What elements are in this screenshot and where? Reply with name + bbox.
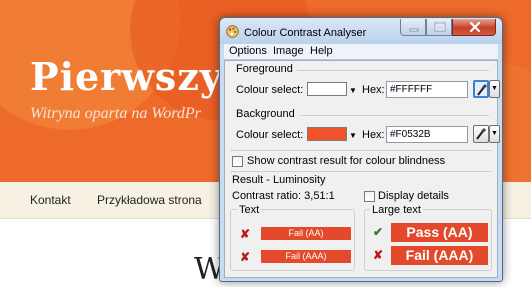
divider [297,70,489,71]
menu-bar: Options Image Help [224,44,498,60]
text-group-label: Text [237,204,262,216]
result-section-label: Result - Luminosity [232,174,326,186]
background-colour-swatch[interactable] [307,127,347,141]
display-details-label: Display details [378,190,449,202]
fail-cross-icon: ✘ [240,250,251,264]
window-title: Colour Contrast Analyser [244,27,367,39]
fail-cross-icon: ✘ [373,248,384,262]
eyedropper-icon [476,127,487,140]
maximize-button[interactable] [426,19,452,36]
background-colour-select-label: Colour select: [236,129,304,141]
menu-image[interactable]: Image [273,45,304,57]
large-text-aa-result: Pass (AA) [391,223,488,242]
foreground-hex-label: Hex: [362,84,385,96]
close-icon [469,21,481,33]
divider [230,150,492,151]
background-picker-dropdown[interactable]: ▼ [489,125,500,143]
menu-help[interactable]: Help [310,45,333,57]
eyedropper-icon [477,83,488,96]
site-title[interactable]: Pierwszy [30,54,223,99]
maximize-icon [434,22,446,32]
main-panel: Foreground Colour select: ▼ Hex: #FFFFFF… [224,60,500,278]
text-aa-result: Fail (AA) [261,227,351,240]
nav-link-kontakt[interactable]: Kontakt [30,193,71,207]
large-text-aaa-result: Fail (AAA) [391,246,488,265]
chevron-down-icon: ▼ [491,85,498,92]
display-details-checkbox[interactable] [364,191,375,202]
foreground-colour-dropdown-arrow-icon[interactable]: ▼ [348,86,358,95]
foreground-section-label: Foreground [236,63,293,75]
contrast-ratio: Contrast ratio: 3,51:1 [232,190,335,202]
menu-options[interactable]: Options [229,45,267,57]
close-button[interactable] [452,19,496,36]
colour-blindness-checkbox[interactable] [232,156,243,167]
minimize-button[interactable] [400,19,426,36]
app-palette-icon [226,25,239,38]
fail-cross-icon: ✘ [240,227,251,241]
foreground-colour-picker-button[interactable] [473,80,489,98]
chevron-down-icon: ▼ [491,130,498,137]
background-colour-picker-button[interactable] [473,125,489,143]
foreground-picker-dropdown[interactable]: ▼ [489,80,500,98]
title-bar[interactable]: Colour Contrast Analyser [220,18,502,44]
divider [230,171,492,172]
background-hex-label: Hex: [362,129,385,141]
pass-check-icon: ✔ [373,225,384,239]
colour-blindness-label: Show contrast result for colour blindnes… [247,155,446,167]
background-colour-dropdown-arrow-icon[interactable]: ▼ [348,131,358,140]
nav-link-przykladowa-strona[interactable]: Przykładowa strona [97,193,202,207]
text-aaa-result: Fail (AAA) [261,250,351,263]
foreground-colour-select-label: Colour select: [236,84,304,96]
large-text-group-label: Large text [370,204,423,216]
foreground-hex-input[interactable]: #FFFFFF [386,81,468,98]
minimize-icon [409,28,419,32]
divider [300,115,489,116]
background-section-label: Background [236,108,295,120]
colour-contrast-analyser-window: Colour Contrast Analyser Options Image H… [219,17,503,282]
site-tagline: Witryna oparta na WordPr [30,105,201,122]
foreground-colour-swatch[interactable] [307,82,347,96]
background-hex-input[interactable]: #F0532B [386,126,468,143]
